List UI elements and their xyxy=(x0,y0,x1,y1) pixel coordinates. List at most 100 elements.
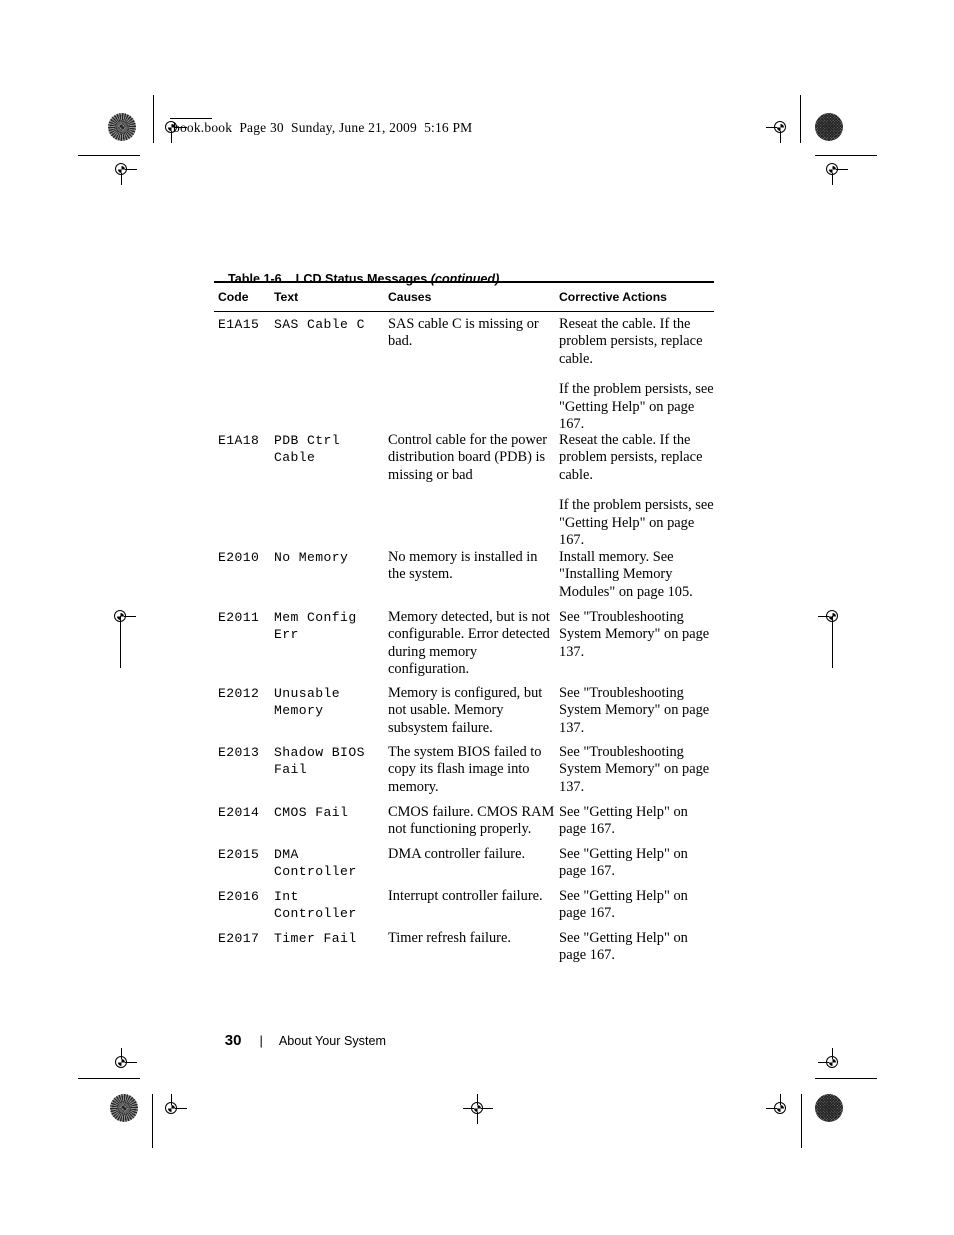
action-paragraph: See "Troubleshooting System Memory" on p… xyxy=(559,685,710,736)
cell-causes: Control cable for the power distribution… xyxy=(388,432,556,484)
cell-causes: CMOS failure. CMOS RAM not functioning p… xyxy=(388,804,556,839)
table-caption-title: LCD Status Messages xyxy=(295,272,428,286)
registration-target-lower-right-corner xyxy=(818,1048,848,1078)
cause-paragraph: CMOS failure. CMOS RAM not functioning p… xyxy=(388,804,555,838)
cause-paragraph: Interrupt controller failure. xyxy=(388,888,543,904)
cell-code: E2014 xyxy=(218,805,260,820)
cell-corrective-actions: See "Getting Help" on page 167. xyxy=(559,804,717,839)
trim-line-bottom-left-vertical xyxy=(152,1094,154,1148)
action-paragraph: Install memory. See "Installing Memory M… xyxy=(559,549,693,600)
footer-section-title: About Your System xyxy=(278,1034,386,1048)
cause-paragraph: SAS cable C is missing or bad. xyxy=(388,316,539,350)
column-header-causes: Causes xyxy=(388,290,432,304)
cell-text: Shadow BIOS Fail xyxy=(274,745,365,778)
halftone-dot-bottom-right xyxy=(815,1094,843,1122)
cell-corrective-actions: Reseat the cable. If the problem persist… xyxy=(559,432,717,549)
cell-code: E2016 xyxy=(218,889,260,904)
cell-code: E2012 xyxy=(218,686,260,701)
footer-page-number: 30 xyxy=(224,1032,242,1049)
cell-causes: The system BIOS failed to copy its flash… xyxy=(388,744,556,796)
cause-paragraph: DMA controller failure. xyxy=(388,846,526,862)
halftone-dot-top-right xyxy=(815,113,843,141)
cause-paragraph: Timer refresh failure. xyxy=(388,930,511,946)
registration-target-top-right xyxy=(766,113,796,143)
trim-line-mid-right-vertical xyxy=(832,616,834,668)
cell-corrective-actions: See "Getting Help" on page 167. xyxy=(559,846,717,881)
action-paragraph: If the problem persists, see "Getting He… xyxy=(559,497,714,549)
action-paragraph: See "Getting Help" on page 167. xyxy=(559,888,688,922)
table-caption-label: Table 1-6. xyxy=(228,272,286,286)
cell-code: E2015 xyxy=(218,847,260,862)
trim-line-top-right-vertical xyxy=(800,95,802,143)
cause-paragraph: Memory detected, but is not configurable… xyxy=(388,609,550,678)
caption-gap xyxy=(285,272,296,286)
action-paragraph: See "Getting Help" on page 167. xyxy=(559,846,688,880)
cell-corrective-actions: See "Troubleshooting System Memory" on p… xyxy=(559,685,717,737)
cell-causes: SAS cable C is missing or bad. xyxy=(388,316,556,351)
cell-text: No Memory xyxy=(274,550,349,565)
trim-line-mid-left-vertical xyxy=(120,616,122,668)
page-footer: 30 | About Your System xyxy=(207,1014,386,1068)
cell-corrective-actions: See "Troubleshooting System Memory" on p… xyxy=(559,609,717,661)
cell-code: E2013 xyxy=(218,745,260,760)
halftone-dot-bottom-left xyxy=(110,1094,138,1122)
cell-corrective-actions: See "Getting Help" on page 167. xyxy=(559,888,717,923)
cause-paragraph: Memory is configured, but not usable. Me… xyxy=(388,685,543,736)
trim-line-top-left-vertical xyxy=(153,95,155,143)
cell-text: PDB Ctrl Cable xyxy=(274,433,341,466)
column-header-text: Text xyxy=(274,290,299,304)
cell-code: E1A15 xyxy=(218,317,260,332)
action-paragraph: See "Getting Help" on page 167. xyxy=(559,804,688,838)
cell-causes: Interrupt controller failure. xyxy=(388,888,556,905)
cell-code: E1A18 xyxy=(218,433,260,448)
registration-target-lower-left-corner xyxy=(107,1048,137,1078)
table-rule-top xyxy=(214,281,714,284)
cell-corrective-actions: See "Getting Help" on page 167. xyxy=(559,930,717,965)
cause-paragraph: Control cable for the power distribution… xyxy=(388,432,548,483)
registration-target-upper-left-corner xyxy=(107,155,137,185)
action-paragraph: Reseat the cable. If the problem persist… xyxy=(559,432,703,483)
registration-target-bottom-center xyxy=(463,1094,493,1124)
trim-line-bottom-right-vertical xyxy=(801,1094,803,1148)
cell-corrective-actions: Reseat the cable. If the problem persist… xyxy=(559,316,717,433)
cell-causes: Memory detected, but is not configurable… xyxy=(388,609,556,679)
table-rule-header-bottom xyxy=(214,311,714,313)
document-page: book.book Page 30 Sunday, June 21, 2009 … xyxy=(0,0,954,1235)
trim-line-left-lower-horizontal xyxy=(78,1078,140,1080)
cell-text: SAS Cable C xyxy=(274,317,365,332)
table-header-row: Code Text Causes Corrective Actions xyxy=(0,290,954,310)
action-paragraph: See "Troubleshooting System Memory" on p… xyxy=(559,744,710,795)
cell-causes: DMA controller failure. xyxy=(388,846,556,863)
cell-corrective-actions: Install memory. See "Installing Memory M… xyxy=(559,549,717,601)
cell-text: Unusable Memory xyxy=(274,686,341,719)
registration-target-bottom-left xyxy=(157,1094,187,1124)
action-paragraph: See "Getting Help" on page 167. xyxy=(559,930,688,964)
cell-code: E2017 xyxy=(218,931,260,946)
action-paragraph: Reseat the cable. If the problem persist… xyxy=(559,316,703,367)
cause-paragraph: The system BIOS failed to copy its flash… xyxy=(388,744,542,795)
table-caption-continued: (continued) xyxy=(430,272,500,286)
registration-target-upper-right-corner xyxy=(818,155,848,185)
footer-separator: | xyxy=(259,1033,263,1048)
cell-corrective-actions: See "Troubleshooting System Memory" on p… xyxy=(559,744,717,796)
action-paragraph: See "Troubleshooting System Memory" on p… xyxy=(559,609,710,660)
registration-target-bottom-right xyxy=(766,1094,796,1124)
column-header-corrective-actions: Corrective Actions xyxy=(559,290,667,304)
action-paragraph: If the problem persists, see "Getting He… xyxy=(559,381,714,433)
halftone-dot-top-left xyxy=(108,113,136,141)
cell-causes: No memory is installed in the system. xyxy=(388,549,556,584)
cell-text: Timer Fail xyxy=(274,931,357,946)
cause-paragraph: No memory is installed in the system. xyxy=(388,549,538,583)
cell-code: E2010 xyxy=(218,550,260,565)
cell-text: DMA Controller xyxy=(274,847,357,880)
cell-text: CMOS Fail xyxy=(274,805,349,820)
cell-causes: Timer refresh failure. xyxy=(388,930,556,947)
column-header-code: Code xyxy=(218,290,249,304)
trim-line-right-lower-horizontal xyxy=(815,1078,877,1080)
cell-text: Int Controller xyxy=(274,889,357,922)
cell-text: Mem Config Err xyxy=(274,610,357,643)
cell-code: E2011 xyxy=(218,610,260,625)
cell-causes: Memory is configured, but not usable. Me… xyxy=(388,685,556,737)
print-slug-text: book.book Page 30 Sunday, June 21, 2009 … xyxy=(173,120,473,135)
slug-underline xyxy=(170,118,212,120)
